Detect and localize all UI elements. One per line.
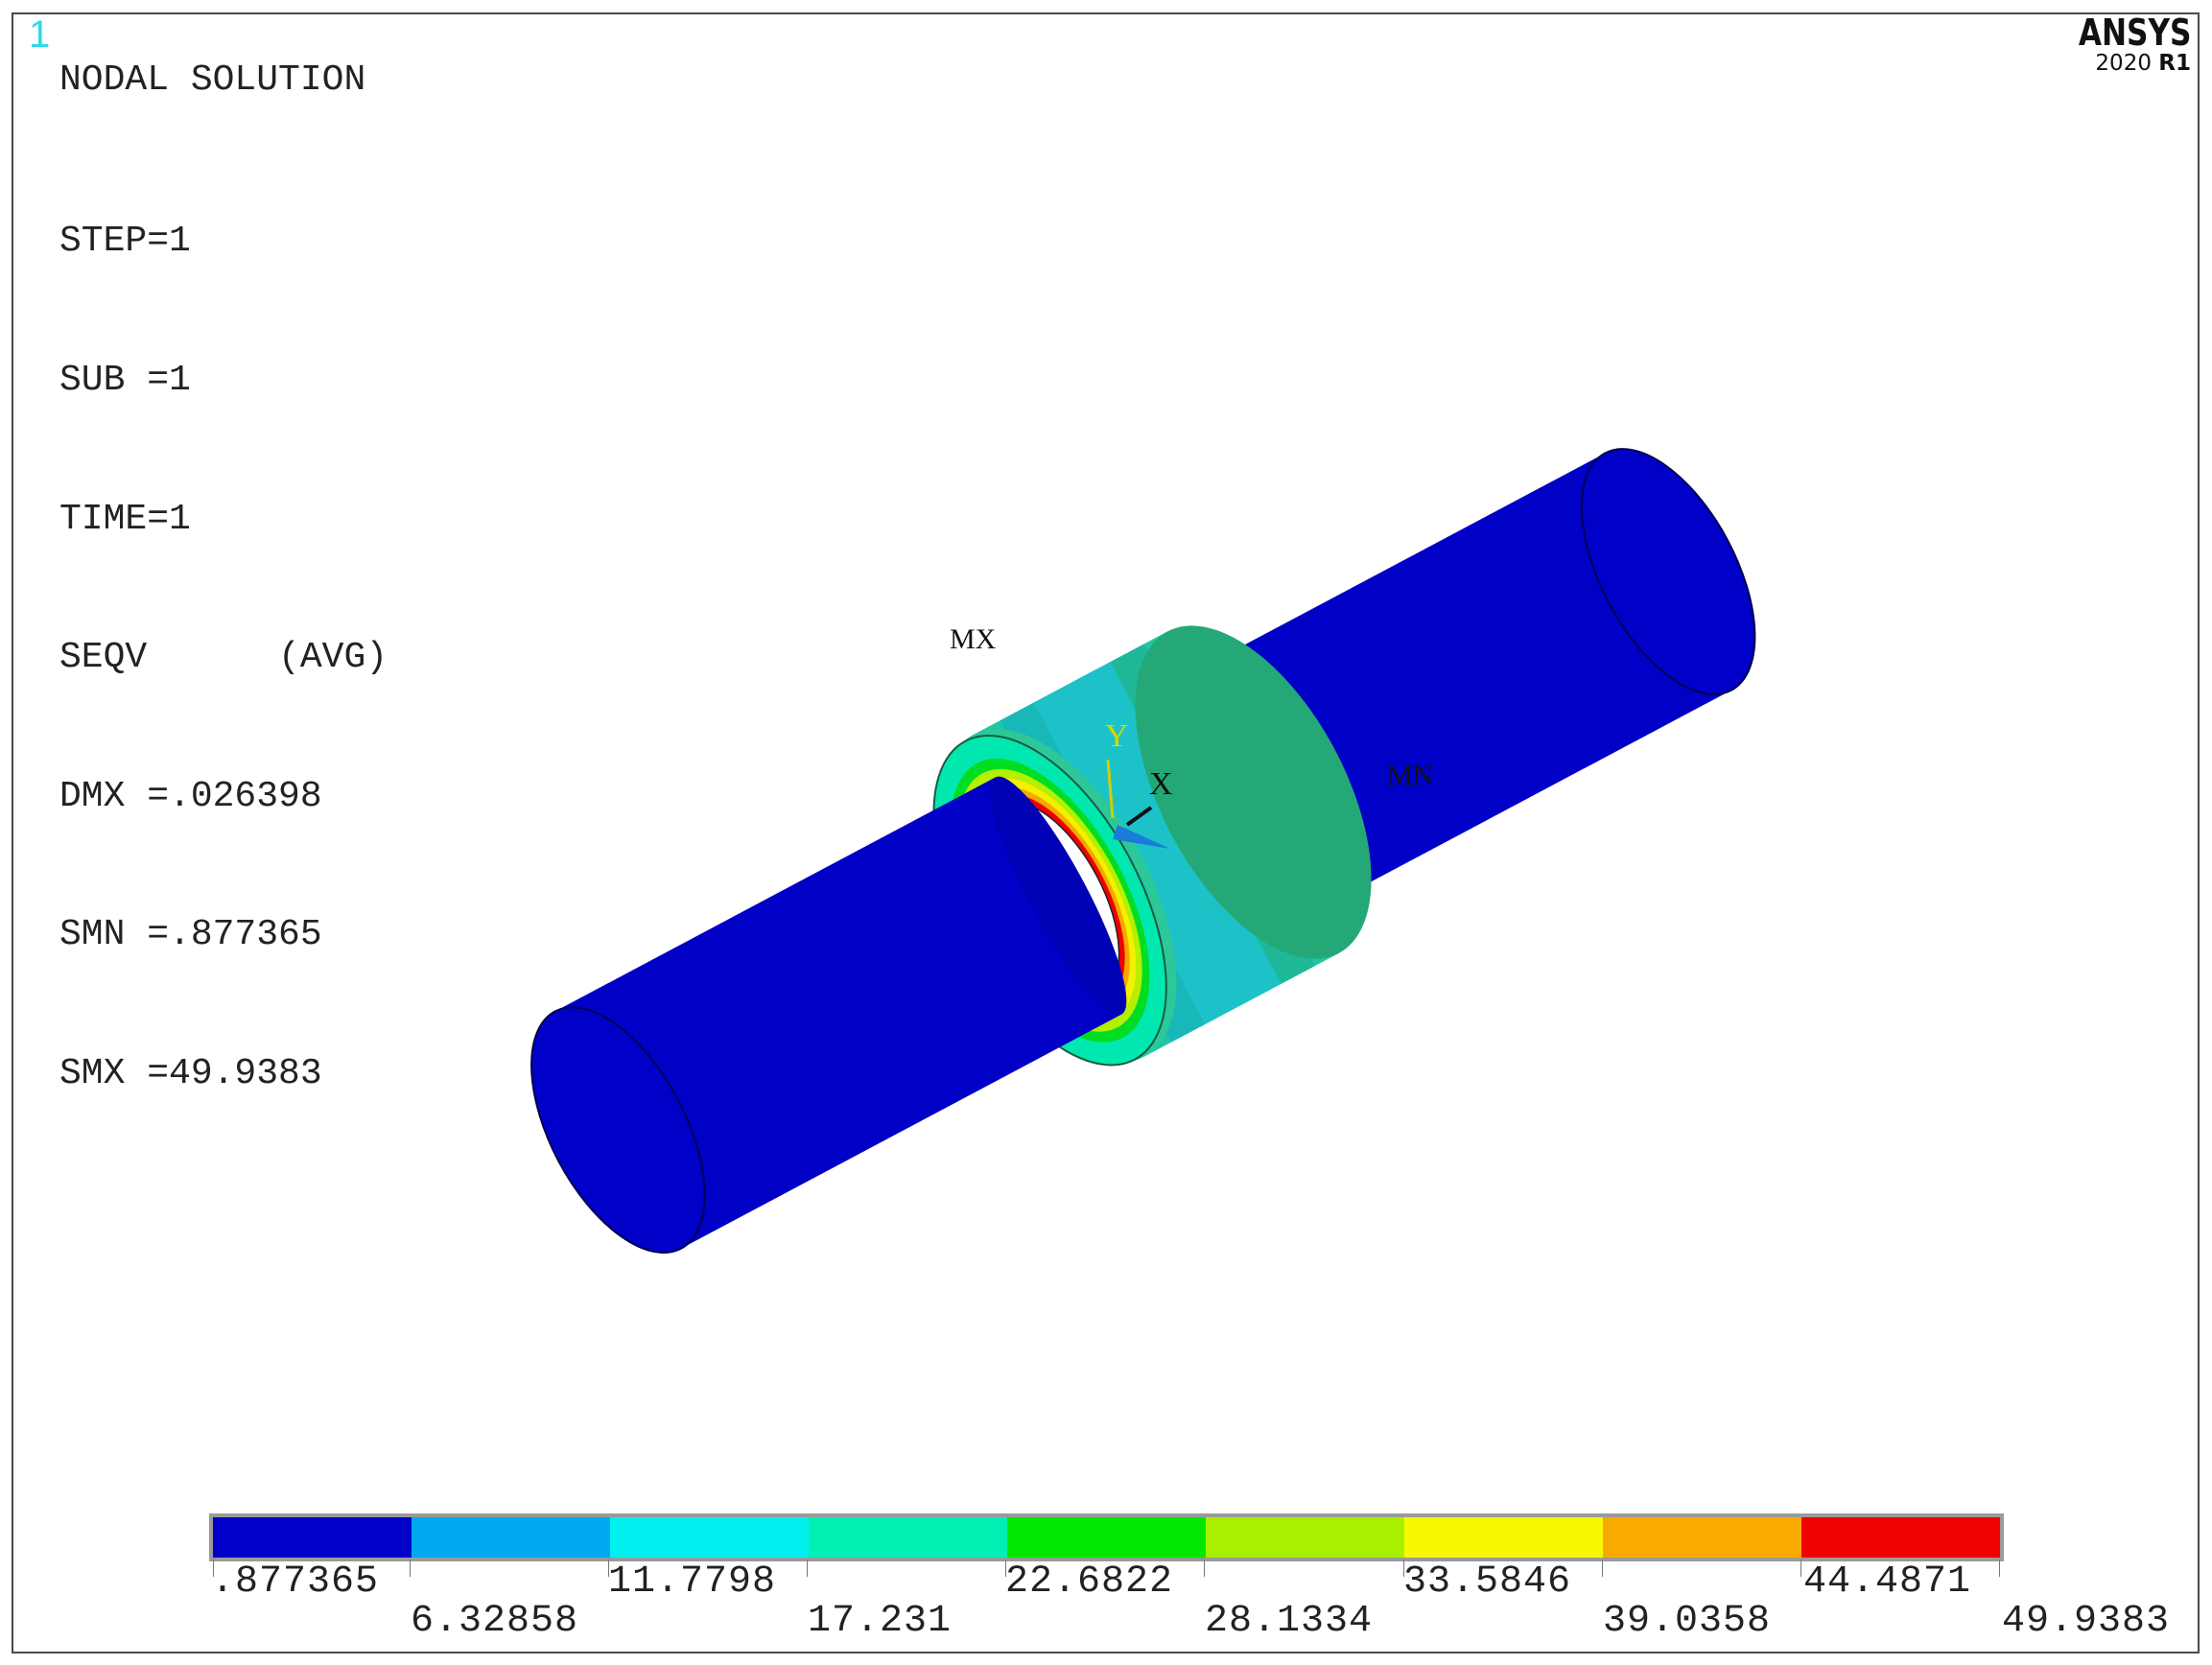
legend-tick xyxy=(807,1559,808,1577)
legend-segment xyxy=(1206,1517,1404,1558)
legend-value-lower: 49.9383 xyxy=(2002,1600,2171,1643)
axis-x-label: X xyxy=(1149,766,1173,802)
legend-tick xyxy=(1204,1559,1205,1577)
legend-value-lower: 6.32858 xyxy=(411,1600,579,1643)
legend-value-upper: .877365 xyxy=(211,1560,380,1604)
legend-tick xyxy=(1800,1559,1801,1577)
legend-segment xyxy=(809,1517,1007,1558)
legend-segment xyxy=(213,1517,412,1558)
legend-value-lower: 28.1334 xyxy=(1205,1600,1374,1643)
legend-segment xyxy=(412,1517,610,1558)
legend-value-lower: 17.231 xyxy=(808,1600,953,1643)
legend-value-upper: 22.6822 xyxy=(1005,1560,1174,1604)
legend-value-upper: 33.5846 xyxy=(1403,1560,1572,1604)
legend-tick xyxy=(410,1559,411,1577)
contour-legend-bar xyxy=(209,1513,2004,1561)
legend-value-lower: 39.0358 xyxy=(1603,1600,1772,1643)
legend-segment xyxy=(610,1517,809,1558)
stress-contour-model[interactable]: Y X MX MN xyxy=(0,0,2212,1665)
shaft-front xyxy=(530,776,1127,1255)
legend-segment xyxy=(1404,1517,1603,1558)
legend-tick xyxy=(1602,1559,1603,1577)
legend-tick xyxy=(1999,1559,2000,1577)
legend-segment xyxy=(1603,1517,1801,1558)
axis-y-label: Y xyxy=(1105,718,1129,754)
legend-value-upper: 11.7798 xyxy=(608,1560,777,1604)
max-stress-marker: MX xyxy=(950,623,997,655)
min-stress-marker: MN xyxy=(1387,760,1433,791)
legend-segment xyxy=(1007,1517,1206,1558)
legend-value-upper: 44.4871 xyxy=(1803,1560,1972,1604)
legend-segment xyxy=(1801,1517,2000,1558)
